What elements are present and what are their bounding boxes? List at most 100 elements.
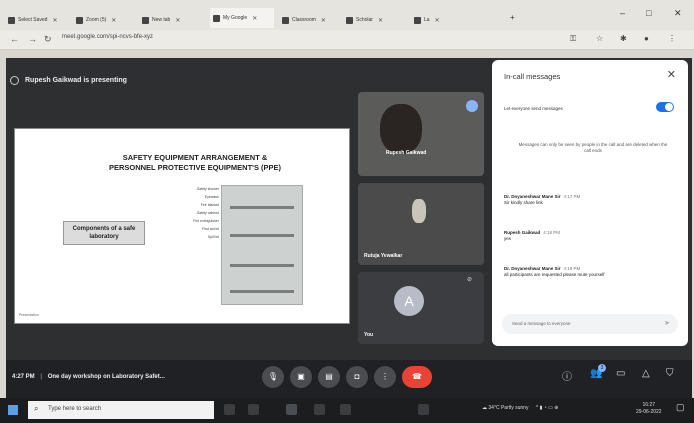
participant-tile[interactable]: Rutuja Yewalkar — [358, 183, 484, 265]
separator: | — [40, 374, 43, 380]
lock-icon[interactable]: ⚿ — [570, 34, 576, 44]
meeting-details: 4:27 PM | One day workshop on Laboratory… — [12, 374, 165, 380]
tab-label: Scholar — [356, 17, 373, 23]
mic-button[interactable]: 🎙 — [262, 366, 284, 388]
activities-icon[interactable]: △ — [642, 368, 650, 379]
browser-menu-icon[interactable]: ⋮ — [668, 34, 676, 43]
close-window-button[interactable]: ✕ — [674, 8, 682, 19]
panel-title: In-call messages — [504, 72, 561, 81]
callout-label: Safety cabinet — [196, 211, 219, 215]
allow-messages-label: Let everyone send messages — [504, 106, 563, 111]
message-text: Sir kindly share link — [504, 200, 543, 205]
participant-tile[interactable]: Rupesh Gaikwad — [358, 92, 484, 176]
tab-close-icon[interactable]: ✕ — [435, 17, 440, 24]
profile-icon[interactable]: ● — [644, 34, 649, 43]
message-sender: Dr. Dnyaneshwar Mane Sir — [504, 194, 561, 199]
slide-label-box: Components of a safe laboratory — [63, 221, 145, 245]
callout-label: Safety shower — [196, 187, 219, 191]
extensions-icon[interactable]: ✱ — [620, 34, 627, 43]
notification-icon[interactable]: ▢ — [676, 402, 685, 413]
address-bar: ← → ↻ meet.google.com/spi-ncvs-bfe-xyz ⚿… — [0, 30, 694, 50]
present-screen-icon — [10, 76, 19, 85]
tab-favicon-icon — [213, 14, 220, 22]
camera-button[interactable]: ▣ — [290, 366, 312, 388]
chat-icon[interactable]: ▭ — [616, 368, 625, 379]
participant-name: Rupesh Gaikwad — [386, 150, 427, 156]
participant-name: Rutuja Yewalkar — [364, 253, 403, 259]
slide-title-line: SAFETY EQUIPMENT ARRANGEMENT & — [122, 153, 268, 162]
windows-start-icon[interactable] — [8, 405, 18, 415]
host-controls-icon[interactable]: ⛉ — [666, 368, 674, 379]
more-options-button[interactable]: ⋮ — [374, 366, 396, 388]
tab-label: Classroom — [292, 17, 316, 23]
presenting-text: Rupesh Gaikwad is presenting — [25, 77, 127, 84]
callout-label: Eyewash — [204, 195, 219, 199]
maximize-button[interactable]: □ — [646, 8, 651, 18]
browser-tab[interactable]: Select Saved ✕ — [8, 12, 70, 28]
browser-tab[interactable]: Scholar ✕ — [346, 12, 408, 28]
tab-close-icon[interactable]: ✕ — [378, 17, 383, 24]
tab-close-icon[interactable]: ✕ — [321, 17, 326, 24]
system-tray: ☁ 34°C Partly sunny ^ ▮ ◔ ▭ ⊕ — [482, 405, 558, 411]
browser-tab[interactable]: Zoom (5) ✕ — [76, 12, 136, 28]
leave-call-button[interactable]: ☎ — [402, 366, 432, 388]
cortana-icon[interactable] — [224, 404, 235, 415]
camera-icon: ▣ — [297, 372, 305, 381]
weather-icon: ☁ — [482, 405, 487, 411]
message-text: yes — [504, 236, 512, 241]
callout-label: Fire extinguisher — [193, 219, 219, 223]
taskbar-search-input[interactable]: ⌕ Type here to search — [28, 401, 214, 419]
chat-message: Rupesh Gaikwad 4:18 PM yes — [504, 230, 680, 242]
slide-footer: Presentation — [19, 313, 39, 317]
allow-messages-toggle[interactable] — [656, 102, 674, 112]
speaking-indicator-icon — [466, 100, 478, 112]
url-field[interactable]: meet.google.com/spi-ncvs-bfe-xyz — [62, 34, 153, 40]
message-sender: Rupesh Gaikwad — [504, 230, 541, 235]
present-button[interactable]: ◘ — [346, 366, 368, 388]
info-icon[interactable]: ⓘ — [562, 368, 572, 383]
tab-close-icon[interactable]: ✕ — [52, 17, 57, 24]
edge-app-icon[interactable] — [340, 404, 351, 415]
chat-notice: Messages can only be seen by people in t… — [518, 142, 668, 153]
taskbar-clock[interactable]: 16:27 29-06-2022 — [636, 402, 662, 416]
participant-tile-self[interactable]: A ⊘ You — [358, 272, 484, 344]
forward-icon[interactable]: → — [28, 34, 37, 44]
avatar: A — [394, 286, 424, 316]
minimize-button[interactable]: – — [620, 8, 625, 18]
callout-label: First aid kit — [202, 227, 219, 231]
chat-message: Dr. Dnyaneshwar Mane Sir 4:19 PM all part… — [504, 266, 680, 278]
message-time: 4:19 PM — [563, 266, 581, 271]
file-explorer-icon[interactable] — [314, 404, 325, 415]
shelf — [230, 290, 294, 293]
tray-icons[interactable]: ^ ▮ ◔ ▭ ⊕ — [536, 405, 559, 411]
meeting-title: One day workshop on Laboratory Safet... — [47, 374, 165, 380]
reload-icon[interactable]: ↻ — [44, 34, 52, 45]
tab-close-icon[interactable]: ✕ — [111, 17, 116, 24]
participant-video — [412, 199, 426, 223]
hang-up-icon: ☎ — [412, 372, 422, 381]
new-tab-icon[interactable]: + — [510, 13, 515, 22]
send-icon[interactable]: ➤ — [664, 319, 670, 327]
task-view-icon[interactable] — [248, 404, 259, 415]
slide-title-line: PERSONNEL PROTECTIVE EQUIPMENT'S (PPE) — [108, 163, 282, 172]
slide-callout-labels: Safety shower Eyewash Fire blanket Safet… — [183, 185, 219, 241]
tab-close-icon[interactable]: ✕ — [252, 15, 257, 22]
mic-muted-icon: ⊘ — [466, 277, 472, 283]
captions-button[interactable]: ▤ — [318, 366, 340, 388]
tab-close-icon[interactable]: ✕ — [175, 17, 180, 24]
back-icon[interactable]: ← — [10, 34, 19, 44]
browser-tab-active[interactable]: My Google ✕ — [210, 8, 274, 28]
browser-tab[interactable]: La ✕ — [414, 12, 460, 28]
lab-cabinet-image — [221, 185, 303, 305]
chat-message-input[interactable]: Send a message to everyone ➤ — [502, 314, 678, 334]
message-text: all participants are requested please mu… — [504, 272, 605, 277]
tab-favicon-icon — [346, 16, 353, 24]
chrome-app-icon[interactable] — [286, 404, 297, 415]
input-placeholder: Send a message to everyone — [512, 321, 571, 326]
browser-tab[interactable]: New tab ✕ — [142, 12, 202, 28]
browser-tab[interactable]: Classroom ✕ — [282, 12, 340, 28]
app-icon[interactable] — [418, 404, 429, 415]
close-icon[interactable]: ✕ — [667, 68, 676, 81]
bookmark-star-icon[interactable]: ☆ — [596, 34, 603, 43]
callout-label: Spill kit — [207, 235, 219, 239]
